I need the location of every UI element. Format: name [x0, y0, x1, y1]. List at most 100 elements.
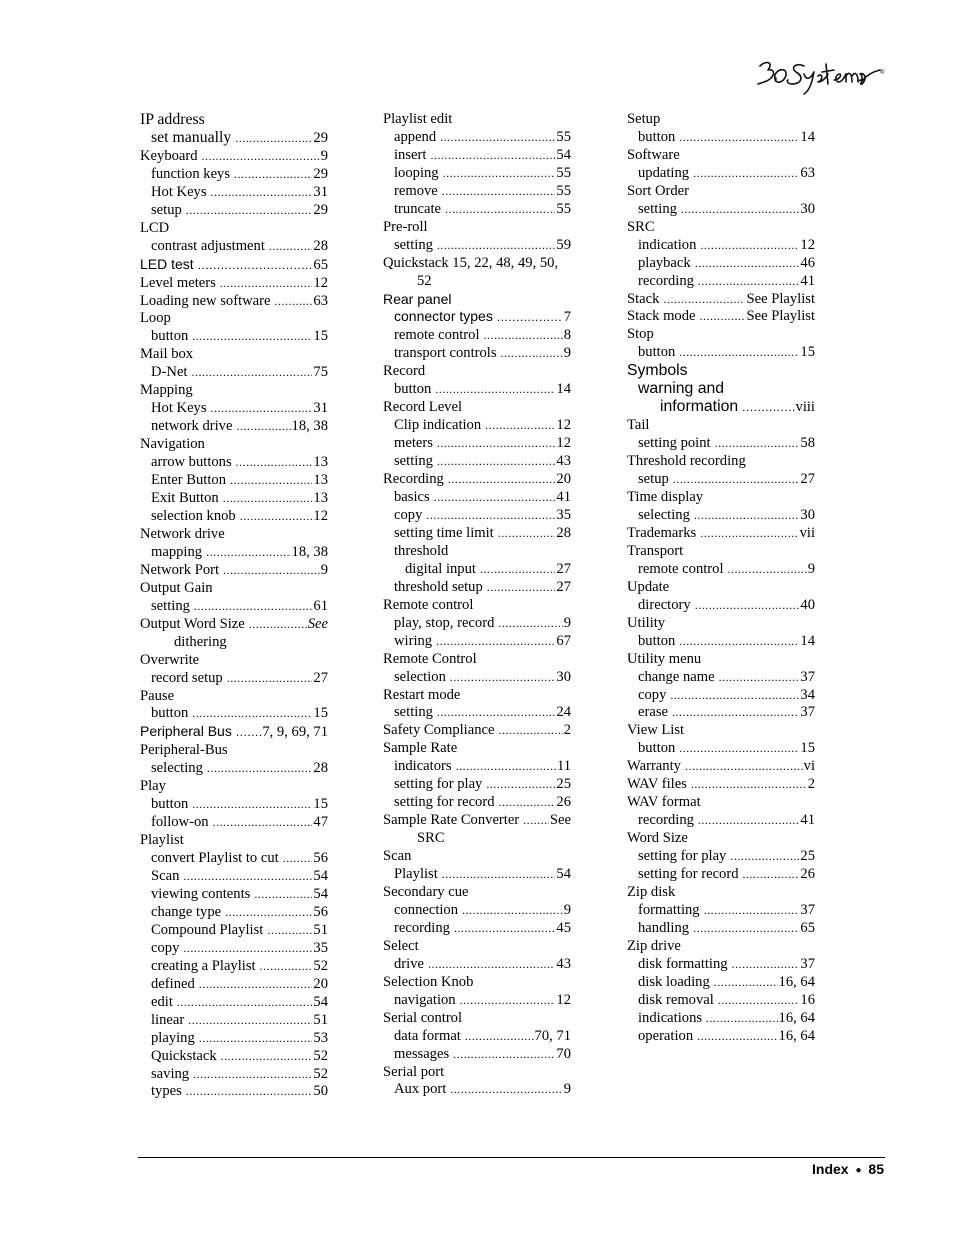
dot-leader [267, 922, 312, 940]
index-entry: View List [627, 722, 815, 740]
index-subentry: connector types 7 [383, 308, 571, 327]
dot-leader [207, 760, 313, 778]
dot-leader [192, 328, 312, 346]
page-reference: 31 [313, 183, 328, 200]
dot-leader [698, 273, 799, 291]
index-term: formatting [638, 901, 700, 918]
index-term: disk removal [638, 991, 714, 1008]
index-term: button [394, 381, 432, 398]
page-reference: See [549, 812, 571, 829]
dot-leader [437, 435, 556, 453]
dot-leader [498, 722, 562, 740]
index-subentry: basics 41 [383, 489, 571, 507]
dot-leader [501, 345, 563, 363]
dot-leader [254, 886, 312, 904]
dot-leader [223, 562, 320, 580]
page-reference: 37 [800, 704, 815, 721]
dot-leader [437, 704, 555, 722]
index-subentry: erase 37 [627, 704, 815, 722]
index-subentry: button 15 [140, 705, 328, 723]
index-term: Time display [627, 489, 704, 506]
index-subentry: setting 24 [383, 704, 571, 722]
index-term: playing [151, 1029, 195, 1046]
page-reference: 70 [556, 1045, 571, 1062]
index-term: play, stop, record [394, 614, 495, 631]
index-term: Zip disk [627, 883, 676, 900]
index-term: updating [638, 164, 690, 181]
dot-leader [685, 758, 803, 776]
index-term: Utility menu [627, 650, 702, 667]
dot-leader [230, 472, 312, 490]
page-reference: 7 [563, 309, 571, 326]
index-term: transport controls [394, 345, 497, 362]
index-subentry: setup 27 [627, 471, 815, 489]
index-term: Warranty [627, 758, 681, 775]
index-subentry: threshold [383, 543, 571, 561]
page-reference: 52 [313, 957, 328, 974]
index-subentry: change type 56 [140, 904, 328, 922]
index-term: operation [638, 1027, 694, 1044]
page-reference: 34 [800, 686, 815, 703]
index-subentry: remote control 9 [627, 561, 815, 579]
index-subentry: Clip indication 12 [383, 417, 571, 435]
page-reference: 75 [313, 364, 328, 381]
page-reference: 9 [807, 560, 815, 577]
index-term: copy [394, 506, 423, 523]
index-entry-continuation: SRC [417, 830, 445, 847]
index-subentry: mapping 18, 38 [140, 544, 328, 562]
index-term: setting [394, 704, 433, 721]
page-reference: 61 [313, 597, 328, 614]
index-term: Playlist [394, 866, 438, 883]
page-reference: 25 [800, 848, 815, 865]
index-term: record setup [151, 669, 223, 686]
index-term: Hot Keys [151, 183, 207, 200]
page-reference: See Playlist [746, 308, 815, 325]
index-entry: SRC [627, 219, 815, 237]
dot-leader [693, 165, 799, 183]
index-term: Select [383, 937, 419, 954]
index-term: Output Gain [140, 579, 213, 596]
page-reference: 14 [556, 381, 571, 398]
dot-leader [428, 956, 555, 974]
index-term: setup [638, 471, 669, 488]
index-subentry: contrast adjustment 28 [140, 238, 328, 256]
index-subentry: recording 41 [627, 273, 815, 291]
index-term: recording [638, 272, 694, 289]
index-subentry: setting 30 [627, 201, 815, 219]
index-term: Scan [151, 868, 180, 885]
index-subentry: connection 9 [383, 902, 571, 920]
page-reference: 18, 38 [291, 418, 328, 435]
index-term: WAV files [627, 776, 687, 793]
index-term: playback [638, 254, 691, 271]
index-entry: Navigation [140, 436, 328, 454]
dot-leader [434, 489, 556, 507]
index-entry: Serial port [383, 1064, 571, 1082]
index-term: Recording [383, 471, 444, 488]
index-term: setting for record [394, 794, 495, 811]
index-term: indications [638, 1009, 703, 1026]
index-term: types [151, 1083, 182, 1100]
dot-leader [704, 902, 800, 920]
dot-leader [453, 1046, 555, 1064]
index-term: Quickstack [151, 1047, 217, 1064]
index-entry: LED test 65 [140, 256, 328, 275]
index-subentry: button 14 [383, 381, 571, 399]
dot-leader [442, 866, 556, 884]
index-subentry: disk removal 16 [627, 992, 815, 1010]
dot-leader [186, 1083, 313, 1101]
index-entry: LCD [140, 220, 328, 238]
page-reference: 9 [563, 345, 571, 362]
index-term: mapping [151, 543, 203, 560]
dot-leader [679, 129, 799, 147]
page-reference: 55 [556, 182, 571, 199]
page-reference: 35 [313, 939, 328, 956]
dot-leader [213, 814, 313, 832]
index-subentry: Scan 54 [140, 868, 328, 886]
index-subentry: viewing contents 54 [140, 886, 328, 904]
index-term: directory [638, 596, 691, 613]
index-term: Symbols [627, 362, 688, 380]
page-reference: 13 [313, 490, 328, 507]
index-term: edit [151, 993, 173, 1010]
page-reference: 8 [563, 327, 571, 344]
index-term: recording [394, 919, 450, 936]
